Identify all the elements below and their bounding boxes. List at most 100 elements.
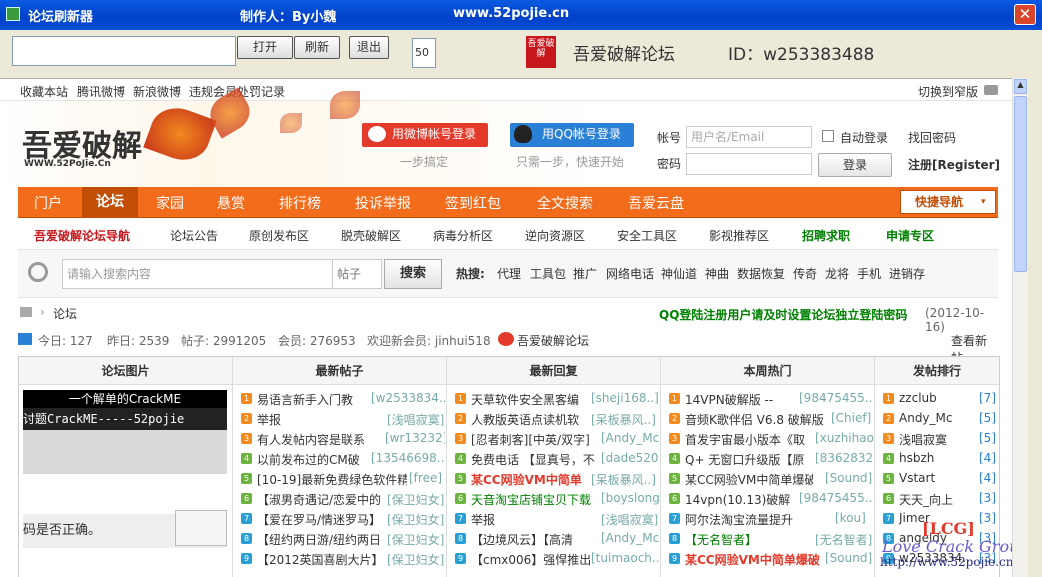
close-button[interactable]: ✕ xyxy=(1014,4,1036,25)
list-item[interactable]: 2 人教版英语点读机软 [呆板暴风..] xyxy=(451,409,661,429)
rank-icon: 8 xyxy=(669,533,680,544)
list-item[interactable]: 2 Andy_Mc [5] xyxy=(879,409,999,429)
hot-term[interactable]: 工具包 xyxy=(530,265,566,282)
subnav-unpack[interactable]: 脱壳破解区 xyxy=(341,227,401,244)
hot-term[interactable]: 传奇 xyxy=(793,265,817,282)
scrollbar-thumb[interactable] xyxy=(1014,96,1027,272)
list-item[interactable]: 4 hsbzh [4] xyxy=(879,449,999,469)
rank-icon: 2 xyxy=(455,413,466,424)
account-input[interactable]: 用户名/Email xyxy=(686,126,812,148)
list-item[interactable]: 4 Q+ 无窗口升级版【原 [8362832] xyxy=(665,449,875,469)
qq-note: 只需一步，快速开始 xyxy=(516,155,625,169)
app-icon xyxy=(6,7,20,21)
list-item[interactable]: 2 音频K歌伴侣 V6.8 破解版 [Chief] xyxy=(665,409,875,429)
url-input[interactable] xyxy=(12,36,236,66)
list-item[interactable]: 6 【淑男奇遇记/恋爱中的 [保卫妇女] xyxy=(237,489,447,509)
list-item[interactable]: 9 【2012英国喜剧大片】 [保卫妇女] xyxy=(237,549,447,569)
breadcrumb-forum[interactable]: 论坛 xyxy=(53,305,77,322)
nav-bounty[interactable]: 悬赏 xyxy=(217,193,245,213)
list-item[interactable]: 8 【无名智者】 [无名智者] xyxy=(665,529,875,549)
hot-term[interactable]: 神曲 xyxy=(705,265,729,282)
list-item[interactable]: 8 【纽约两日游/纽约两日 [保卫妇女] xyxy=(237,529,447,549)
hot-term[interactable]: 网络电话 xyxy=(606,265,654,282)
list-item[interactable]: 3 首发宇宙最小版本《取 [xuzhihao] xyxy=(665,429,875,449)
link-sina-weibo[interactable]: 新浪微博 xyxy=(133,83,181,100)
subnav-original[interactable]: 原创发布区 xyxy=(249,227,309,244)
subnav-guide[interactable]: 吾爱破解论坛导航 xyxy=(34,227,130,244)
list-item[interactable]: 3 有人发帖内容是联系 [wr13232] xyxy=(237,429,447,449)
autologin-checkbox[interactable] xyxy=(822,130,834,142)
password-input[interactable] xyxy=(686,153,812,175)
list-item[interactable]: 5 [10-19]最新免费绿色软件精 [free] xyxy=(237,469,447,489)
hot-term[interactable]: 推广 xyxy=(573,265,597,282)
list-item[interactable]: 7 举报 [浅唱寂寞] xyxy=(451,509,661,529)
list-item[interactable]: 5 某CC网验VM中简单爆破 [Sound] xyxy=(665,469,875,489)
list-item[interactable]: 5 某CC网验VM中简单 [呆板暴风..] xyxy=(451,469,661,489)
switch-width-link[interactable]: 切换到窄版 xyxy=(918,83,978,100)
forgot-password-link[interactable]: 找回密码 xyxy=(908,129,956,146)
quick-nav-button[interactable]: 快捷导航 ▾ xyxy=(900,190,996,214)
column-header: 论坛图片 xyxy=(19,357,232,385)
nav-portal[interactable]: 门户 xyxy=(34,193,62,213)
list-item[interactable]: 1 14VPN破解版 -- [98475455..] xyxy=(665,389,875,409)
scroll-up-icon[interactable]: ▲ xyxy=(1014,79,1027,94)
subnav-reverse[interactable]: 逆向资源区 xyxy=(525,227,585,244)
link-bookmark[interactable]: 收藏本站 xyxy=(20,83,68,100)
rank-icon: 4 xyxy=(669,453,680,464)
exit-button[interactable]: 退出 xyxy=(349,36,389,59)
forum-image[interactable]: 一个解单的CrackME 讨题CrackME-----52pojie xyxy=(23,390,227,474)
list-item[interactable]: 1 易语言新手入门教 [w2533834..] xyxy=(237,389,447,409)
hot-term[interactable]: 龙将 xyxy=(825,265,849,282)
list-item[interactable]: 1 天草软件安全黑客编 [sheji168..] xyxy=(451,389,661,409)
switch-width-icon[interactable] xyxy=(984,85,998,95)
list-item[interactable]: 9 【cmx006】强悍推出 [tuimaoch..] xyxy=(451,549,661,569)
subnav-movies[interactable]: 影视推荐区 xyxy=(709,227,769,244)
interval-input[interactable]: 50 xyxy=(412,38,436,68)
open-button[interactable]: 打开 xyxy=(237,36,293,59)
rank-icon: 8 xyxy=(241,533,252,544)
subnav-virus[interactable]: 病毒分析区 xyxy=(433,227,493,244)
list-item[interactable]: 4 免费电话 【显真号，不 [dade520] xyxy=(451,449,661,469)
list-item[interactable]: 9 某CC网验VM中简单爆破 [Sound] xyxy=(665,549,875,569)
hot-search-row: 热搜: 代理 工具包 推广 网络电话 神仙道 神曲 数据恢复 传奇 龙将 手机 … xyxy=(0,265,1012,285)
stat-welcome: 欢迎新会员: jinhui518 xyxy=(367,334,491,348)
hot-term[interactable]: 进销存 xyxy=(889,265,925,282)
hot-term[interactable]: 数据恢复 xyxy=(737,265,785,282)
qq-notice-link[interactable]: QQ登陆注册用户请及时设置论坛独立登陆密码 xyxy=(659,306,907,323)
list-item[interactable]: 7 【爱在罗马/情迷罗马】 [保卫妇女] xyxy=(237,509,447,529)
hot-term[interactable]: 神仙道 xyxy=(661,265,697,282)
nav-forum[interactable]: 论坛 xyxy=(82,187,138,218)
forum-weibo-link[interactable]: 吾爱破解论坛 xyxy=(517,332,589,349)
link-tencent-weibo[interactable]: 腾讯微博 xyxy=(77,83,125,100)
list-item[interactable]: 4 以前发布过的CM破 [13546698..] xyxy=(237,449,447,469)
vertical-scrollbar[interactable]: ▲ xyxy=(1012,78,1028,577)
list-item[interactable]: 8 【边境风云】【高清 [Andy_Mc] xyxy=(451,529,661,549)
list-item[interactable]: 5 Vstart [4] xyxy=(879,469,999,489)
nav-ranking[interactable]: 排行榜 xyxy=(279,193,321,213)
refresh-button[interactable]: 刷新 xyxy=(294,36,340,59)
nav-cloud[interactable]: 吾爱云盘 xyxy=(628,193,684,213)
nav-report[interactable]: 投诉举报 xyxy=(355,193,411,213)
subnav-security-tools[interactable]: 安全工具区 xyxy=(617,227,677,244)
breadcrumb-separator: › xyxy=(40,305,45,319)
list-item[interactable]: 6 14vpn(10.13)破解 [98475455..] xyxy=(665,489,875,509)
subnav-jobs[interactable]: 招聘求职 xyxy=(802,227,850,244)
subnav-apply[interactable]: 申请专区 xyxy=(886,227,934,244)
home-icon[interactable] xyxy=(20,307,32,317)
list-item[interactable]: 2 举报 [浅唱寂寞] xyxy=(237,409,447,429)
hot-term[interactable]: 代理 xyxy=(497,265,521,282)
list-item[interactable]: 3 [忍者刺客][中英/双字] [Andy_Mc] xyxy=(451,429,661,449)
list-item[interactable]: 7 阿尔法淘宝流量提升 [kou] xyxy=(665,509,875,529)
nav-fulltext-search[interactable]: 全文搜索 xyxy=(537,193,593,213)
login-button[interactable]: 登录 xyxy=(818,153,892,177)
hot-term[interactable]: 手机 xyxy=(857,265,881,282)
subnav-announce[interactable]: 论坛公告 xyxy=(170,227,218,244)
list-item[interactable]: 6 天天_向上 [3] xyxy=(879,489,999,509)
list-item[interactable]: 3 浅唱寂寞 [5] xyxy=(879,429,999,449)
list-item[interactable]: 1 zzclub [7] xyxy=(879,389,999,409)
nav-home[interactable]: 家园 xyxy=(156,193,184,213)
window-frame xyxy=(1028,78,1042,577)
register-link[interactable]: 注册[Register] xyxy=(908,156,1000,173)
list-item[interactable]: 6 天音淘宝店铺宝贝下载 [boyslong] xyxy=(451,489,661,509)
nav-signin[interactable]: 签到红包 xyxy=(445,193,501,213)
